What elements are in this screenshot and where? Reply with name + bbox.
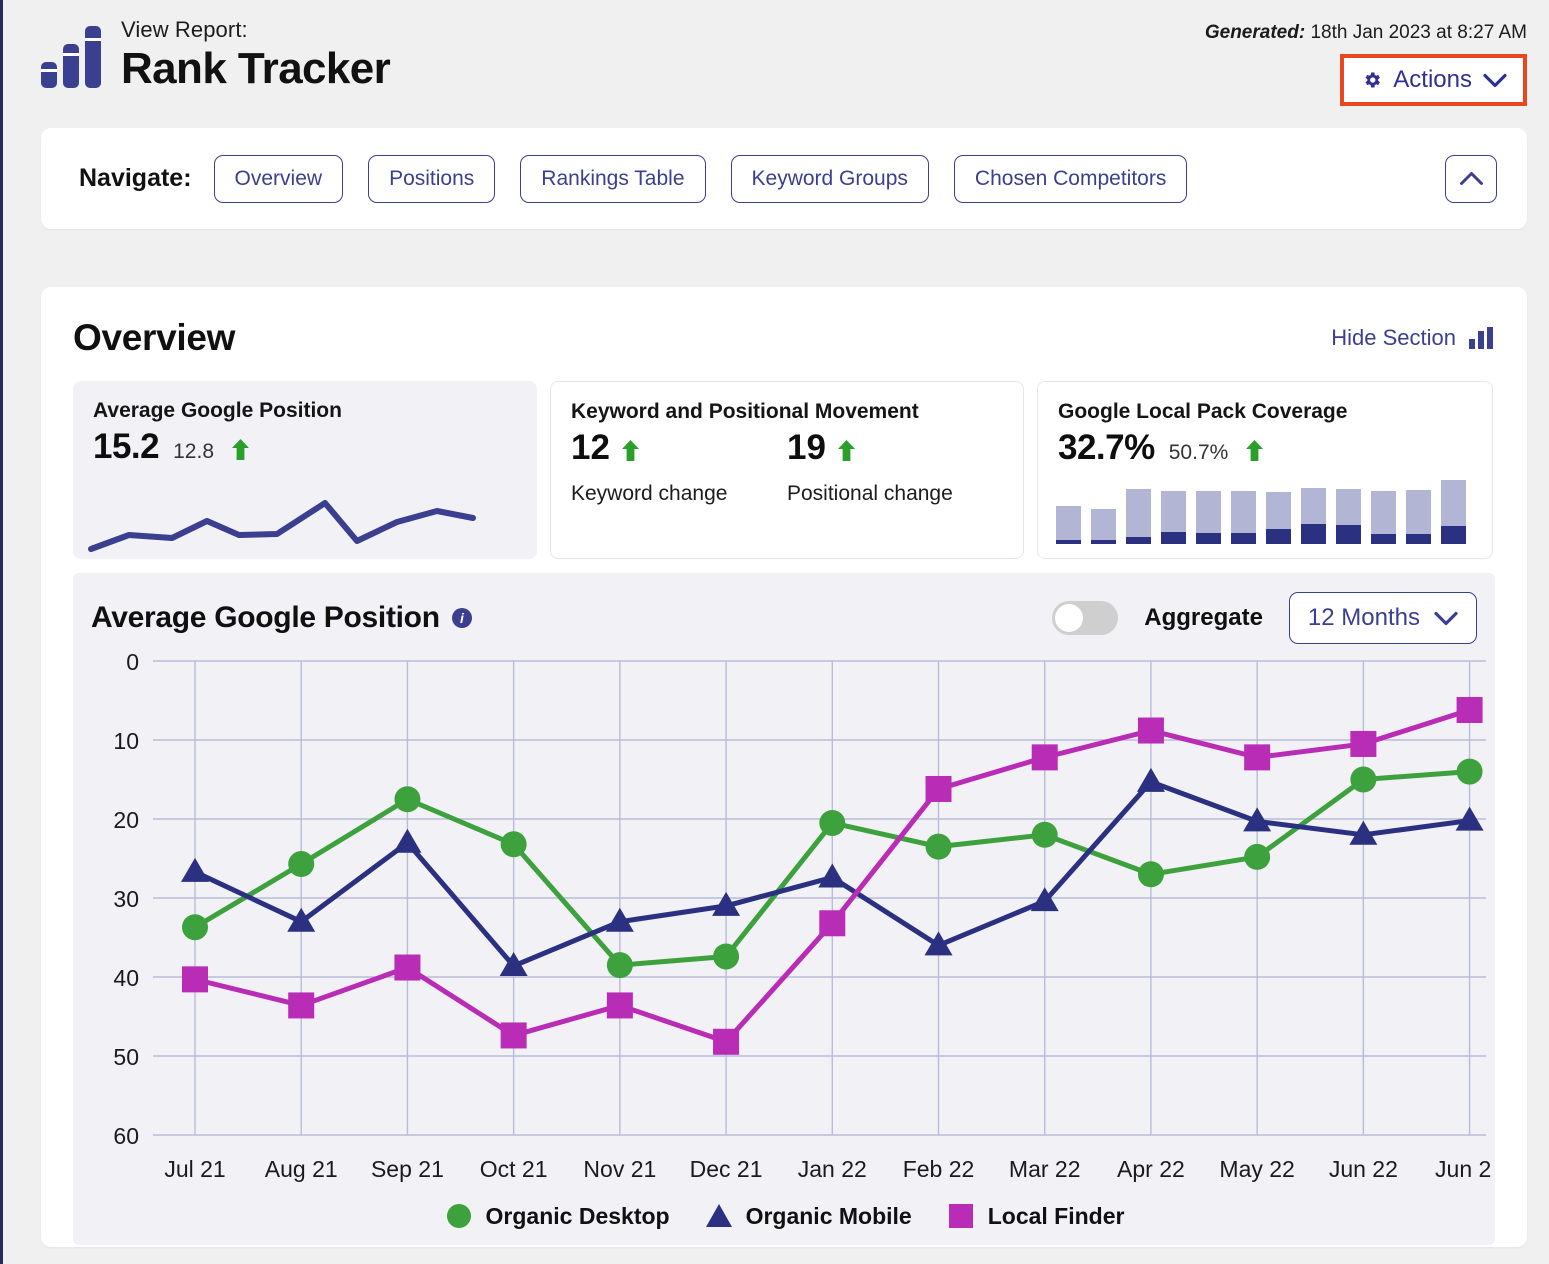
nav-item-rankings-table[interactable]: Rankings Table: [520, 154, 706, 203]
chart-legend: Organic Desktop Organic Mobile Local Finde…: [91, 1201, 1477, 1231]
stat-cards-row: Average Google Position 15.2 12.8 Keywor…: [73, 381, 1495, 559]
svg-text:Nov 21: Nov 21: [583, 1156, 656, 1182]
nav-item-keyword-groups[interactable]: Keyword Groups: [730, 154, 929, 203]
info-icon[interactable]: i: [451, 608, 472, 628]
svg-text:10: 10: [113, 728, 139, 754]
average-position-chart-block: Average Google Position i Aggregate 12 M…: [73, 573, 1504, 1245]
positional-trend-up-arrow-icon: [834, 428, 855, 468]
keyword-change-value: 12: [571, 428, 610, 467]
overview-title: Overview: [73, 317, 236, 358]
svg-text:60: 60: [113, 1123, 139, 1149]
actions-highlight-box: Actions: [1340, 54, 1527, 106]
chart-title: Average Google Position: [91, 601, 440, 634]
svg-text:Mar 22: Mar 22: [1009, 1156, 1081, 1182]
svg-text:Jan 22: Jan 22: [798, 1156, 867, 1182]
average-google-position-line-chart: 0 10 20 30 40 50 60 Jul 21 Aug 21 Sep 21 Oct 21 Nov…: [113, 649, 1504, 1182]
overview-panel: Overview Hide Section Average Google Pos…: [41, 287, 1527, 1247]
navigate-label: Navigate:: [79, 164, 192, 192]
circle-marker-icon: [446, 1204, 471, 1228]
legend-label: Local Finder: [987, 1202, 1125, 1229]
movement-label: Keyword and Positional Movement: [571, 400, 919, 423]
stat-card-movement: Keyword and Positional Movement 12 Keywo…: [550, 381, 1024, 559]
svg-text:Dec 21: Dec 21: [690, 1156, 763, 1182]
generated-timestamp: Generated: 18th Jan 2023 at 8:27 AM: [1205, 22, 1527, 44]
chart-header: Average Google Position i Aggregate 12 M…: [91, 591, 1477, 645]
generated-value: 18th Jan 2023 at 8:27 AM: [1310, 22, 1527, 43]
aggregate-toggle[interactable]: [1052, 601, 1119, 635]
positional-change-caption: Positional change: [787, 482, 953, 505]
actions-label: Actions: [1393, 66, 1472, 93]
hide-section-button[interactable]: Hide Section: [1331, 325, 1495, 351]
aggregate-label: Aggregate: [1144, 604, 1263, 631]
legend-item[interactable]: Organic Desktop: [444, 1201, 670, 1231]
svg-text:40: 40: [113, 965, 139, 991]
period-select[interactable]: 12 Months: [1288, 592, 1477, 644]
view-report-eyebrow: View Report:: [121, 17, 248, 42]
svg-text:Jun 22: Jun 22: [1435, 1156, 1491, 1182]
avg-position-compare: 12.8: [173, 440, 214, 463]
keyword-change-caption: Keyword change: [571, 482, 728, 505]
overview-header: Overview Hide Section: [73, 317, 1495, 359]
svg-text:Aug 21: Aug 21: [265, 1156, 338, 1182]
period-select-value: 12 Months: [1307, 604, 1420, 631]
svg-text:Apr 22: Apr 22: [1117, 1156, 1185, 1182]
stat-card-local-pack: Google Local Pack Coverage 32.7% 50.7%: [1037, 381, 1493, 559]
bar-chart-icon: [1469, 327, 1495, 349]
local-pack-value: 32.7%: [1058, 428, 1155, 467]
svg-text:Feb 22: Feb 22: [903, 1156, 975, 1182]
page-title: Rank Tracker: [121, 44, 391, 94]
svg-text:Jul 21: Jul 21: [164, 1156, 225, 1182]
svg-text:Sep 21: Sep 21: [371, 1156, 444, 1182]
legend-label: Organic Desktop: [485, 1202, 670, 1229]
avg-position-sparkline: [88, 500, 476, 552]
square-marker-icon: [948, 1204, 973, 1228]
svg-text:50: 50: [113, 1044, 139, 1070]
svg-text:Jun 22: Jun 22: [1329, 1156, 1398, 1182]
nav-item-overview[interactable]: Overview: [213, 154, 344, 203]
nav-item-positions[interactable]: Positions: [368, 154, 496, 203]
avg-position-label: Average Google Position: [93, 399, 342, 422]
gear-icon: [1362, 70, 1382, 90]
positional-change-value: 19: [787, 428, 826, 467]
trend-up-arrow-icon: [228, 439, 249, 463]
legend-item[interactable]: Organic Mobile: [704, 1201, 912, 1231]
app-header: View Report: Rank Tracker Generated: 18t…: [3, 0, 1549, 128]
rank-tracker-logo-icon: [41, 22, 105, 90]
local-pack-trend-up-arrow-icon: [1242, 440, 1264, 464]
keyword-trend-up-arrow-icon: [618, 428, 639, 468]
avg-position-value: 15.2: [93, 427, 160, 466]
svg-text:May 22: May 22: [1219, 1156, 1294, 1182]
nav-item-chosen-competitors[interactable]: Chosen Competitors: [953, 154, 1188, 203]
svg-text:30: 30: [113, 886, 139, 912]
legend-item[interactable]: Local Finder: [946, 1201, 1125, 1231]
generated-label: Generated:: [1204, 22, 1306, 43]
brand: View Report: Rank Tracker: [41, 17, 391, 94]
chevron-down-icon: [1483, 73, 1507, 88]
chevron-up-icon: [1459, 171, 1484, 186]
triangle-marker-icon: [705, 1204, 732, 1227]
svg-text:20: 20: [113, 807, 139, 833]
svg-text:0: 0: [126, 649, 139, 675]
svg-text:Oct 21: Oct 21: [480, 1156, 548, 1182]
legend-label: Organic Mobile: [745, 1202, 912, 1229]
collapse-navigate-button[interactable]: [1445, 154, 1497, 203]
hide-section-label: Hide Section: [1331, 325, 1456, 350]
chevron-down-icon: [1434, 611, 1458, 626]
local-pack-mini-bar-chart: [1056, 480, 1466, 544]
local-pack-label: Google Local Pack Coverage: [1058, 400, 1348, 423]
navigate-bar: Navigate: Overview Positions Rankings Ta…: [41, 128, 1527, 229]
stat-card-average-position: Average Google Position 15.2 12.8: [73, 381, 537, 559]
actions-button[interactable]: Actions: [1352, 62, 1517, 98]
header-right: Generated: 18th Jan 2023 at 8:27 AM Acti…: [1205, 18, 1527, 106]
local-pack-compare: 50.7%: [1168, 441, 1229, 464]
